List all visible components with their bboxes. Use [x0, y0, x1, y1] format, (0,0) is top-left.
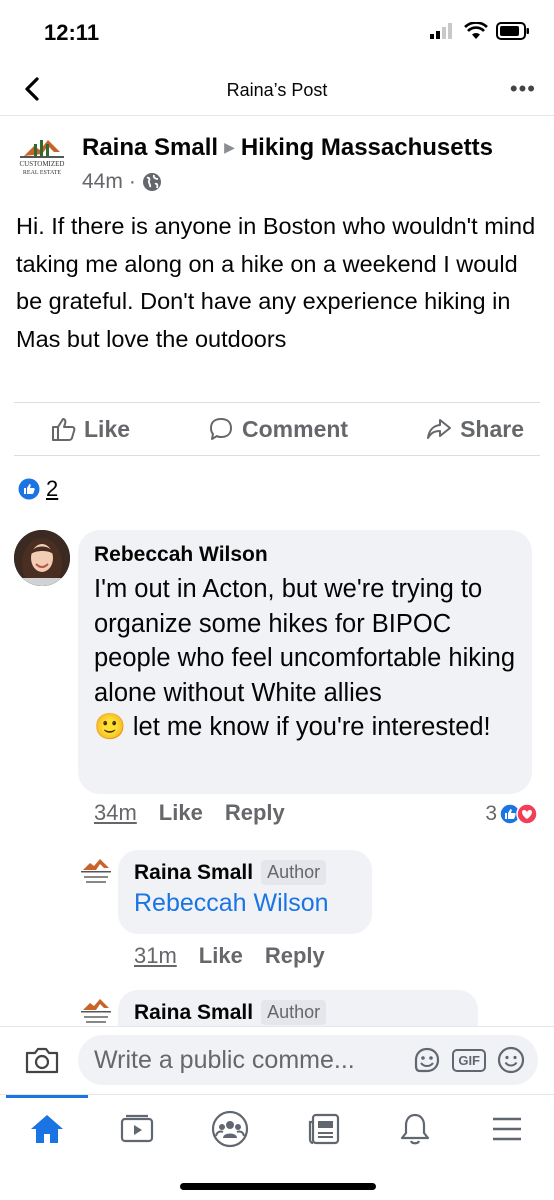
signal-icon — [430, 23, 452, 39]
comment-input[interactable] — [94, 1045, 403, 1075]
status-icons — [430, 22, 530, 40]
reply-bubble[interactable]: Raina Small Author — [118, 990, 478, 1030]
comment-button[interactable]: Comment — [208, 416, 348, 443]
like-label: Like — [84, 415, 131, 442]
home-icon — [31, 1115, 63, 1143]
comment-reaction-count: 3 — [485, 802, 497, 825]
comment-icon — [210, 418, 233, 440]
camera-icon[interactable] — [24, 1045, 60, 1075]
globe-icon — [142, 173, 161, 191]
commenter-avatar[interactable] — [14, 530, 70, 586]
comment-text-end: let me know if you're interested! — [132, 713, 491, 741]
avatar-logo-text-top: CUSTOMIZED — [20, 160, 65, 168]
battery-icon — [496, 22, 529, 40]
notifications-icon — [400, 1113, 430, 1145]
tab-groups[interactable] — [208, 1109, 252, 1149]
share-icon — [427, 419, 452, 439]
reply-time[interactable]: 31m — [134, 943, 177, 969]
tab-notifications[interactable] — [393, 1109, 437, 1149]
bottom-tab-bar — [0, 1094, 554, 1164]
watch-icon — [120, 1114, 154, 1143]
groups-icon — [211, 1110, 249, 1148]
share-label: Share — [460, 415, 524, 442]
share-button[interactable]: Share — [426, 416, 524, 443]
more-options-icon[interactable]: ••• — [510, 76, 536, 102]
reply-reply-button[interactable]: Reply — [265, 943, 325, 969]
menu-icon — [493, 1117, 521, 1141]
news-icon — [308, 1113, 340, 1145]
like-button[interactable]: Like — [50, 416, 130, 443]
reaction-count[interactable]: 2 — [46, 476, 58, 502]
thumbs-up-icon — [52, 418, 76, 441]
post-action-bar: Like Comment Share — [14, 402, 540, 456]
love-reaction-icon — [516, 803, 538, 825]
comment-composer: GIF — [0, 1026, 554, 1094]
emoji-icon[interactable] — [496, 1045, 526, 1075]
comment-text-main: I'm out in Acton, but we're trying to or… — [94, 575, 516, 707]
post-reactions[interactable]: 2 — [18, 476, 58, 502]
status-time: 12:11 — [44, 20, 100, 45]
comment-label: Comment — [242, 415, 349, 442]
reply-bubble[interactable]: Raina Small Author Rebeccah Wilson — [118, 850, 372, 934]
tab-news[interactable] — [302, 1109, 346, 1149]
smile-emoji-icon: 🙂 — [94, 713, 126, 741]
commenter-name[interactable]: Rebeccah Wilson — [94, 542, 516, 568]
comment-reply-button[interactable]: Reply — [225, 800, 285, 826]
comment-text: I'm out in Acton, but we're trying to or… — [94, 572, 516, 745]
tab-watch[interactable] — [115, 1109, 159, 1149]
comment-like-button[interactable]: Like — [159, 800, 203, 826]
triangle-right-icon: ▶ — [224, 139, 235, 155]
group-name[interactable]: Hiking Massachusetts — [241, 134, 493, 161]
reply-author-name[interactable]: Raina Small — [134, 861, 253, 885]
tab-menu[interactable] — [485, 1109, 529, 1149]
post-header-bar: Raina’s Post ••• — [0, 64, 554, 116]
comment-actions: 34m Like Reply — [94, 800, 285, 826]
post-text: Hi. If there is anyone in Boston who wou… — [16, 213, 536, 352]
status-bar: 12:11 — [0, 0, 554, 60]
tab-home[interactable] — [25, 1109, 69, 1149]
reply-author-avatar[interactable] — [76, 852, 116, 892]
post-author-line: Raina Small ▶ Hiking Massachusetts — [82, 134, 493, 162]
comment-bubble[interactable]: Rebeccah Wilson I'm out in Acton, but we… — [78, 530, 532, 794]
reply-actions: 31m Like Reply — [134, 943, 325, 969]
like-reaction-icon — [18, 478, 40, 500]
mention-link[interactable]: Rebeccah Wilson — [134, 889, 356, 918]
active-tab-indicator — [6, 1095, 88, 1098]
post-time[interactable]: 44m — [82, 170, 123, 194]
comment-time[interactable]: 34m — [94, 800, 137, 826]
page-title: Raina’s Post — [226, 80, 328, 100]
wifi-icon — [464, 22, 488, 39]
post-header: CUSTOMIZED REAL ESTATE Raina Small ▶ Hikin… — [14, 126, 544, 196]
reply-like-button[interactable]: Like — [199, 943, 243, 969]
author-badge: Author — [261, 860, 327, 885]
comment-input-box[interactable]: GIF — [78, 1035, 538, 1085]
reply-author-name[interactable]: Raina Small — [134, 1001, 253, 1025]
gif-icon[interactable]: GIF — [452, 1048, 486, 1072]
home-indicator[interactable] — [180, 1183, 376, 1190]
author-avatar[interactable]: CUSTOMIZED REAL ESTATE — [14, 126, 70, 182]
author-badge: Author — [261, 1000, 327, 1025]
author-name[interactable]: Raina Small — [82, 134, 218, 161]
avatar-logo-text-bottom: REAL ESTATE — [23, 170, 61, 176]
dot-separator: · — [128, 170, 136, 193]
comment-reactions[interactable]: 3 — [485, 802, 538, 826]
sticker-icon[interactable] — [412, 1045, 442, 1075]
post-meta: 44m · — [82, 170, 162, 194]
